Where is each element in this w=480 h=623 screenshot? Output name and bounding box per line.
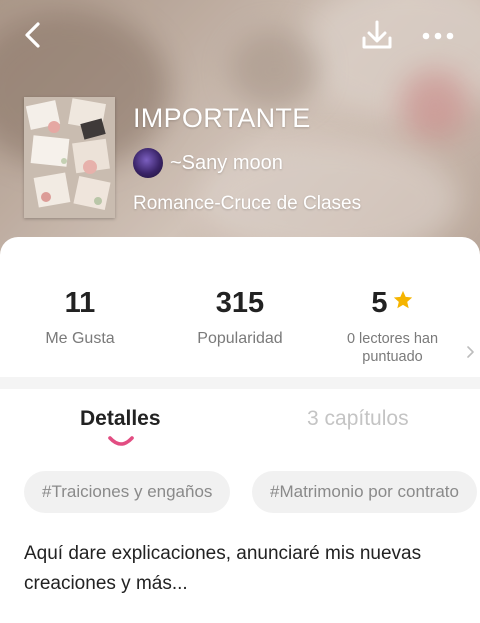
story-info-card: 11 Me Gusta 315 Popularidad 5 0 lectores… <box>0 237 480 623</box>
chevron-right-icon[interactable] <box>464 345 476 359</box>
more-options-button[interactable] <box>416 18 460 54</box>
popularity-label: Popularidad <box>197 330 283 347</box>
story-title: IMPORTANTE <box>133 103 311 133</box>
story-description: Aquí dare explicaciones, anunciaré mis n… <box>24 543 422 594</box>
chevron-left-icon <box>25 22 40 48</box>
popularity-count: 315 <box>215 287 265 319</box>
rating-stat[interactable]: 5 0 lectores han puntuado <box>320 287 465 366</box>
likes-count: 11 <box>64 287 96 319</box>
rating-label: 0 lectores han puntuado <box>346 331 439 365</box>
star-icon <box>393 290 412 308</box>
story-genre: Romance-Cruce de Clases <box>133 193 362 214</box>
section-divider <box>0 377 480 389</box>
rating-value: 5 <box>371 287 388 319</box>
author-avatar[interactable] <box>133 148 163 178</box>
tab-chapters[interactable]: 3 capítulos <box>307 407 409 431</box>
story-detail-page: IMPORTANTE ~Sany moon Romance-Cruce de C… <box>0 0 480 623</box>
tag-chip[interactable]: #Matrimonio por contrato <box>252 471 477 513</box>
back-button[interactable] <box>14 16 52 54</box>
cover-image <box>24 97 115 218</box>
popularity-stat: 315 Popularidad <box>160 287 320 348</box>
download-button[interactable] <box>356 14 398 56</box>
author-name[interactable]: ~Sany moon <box>170 152 283 175</box>
likes-label: Me Gusta <box>45 330 115 347</box>
download-icon <box>362 20 392 49</box>
more-dots-icon <box>422 32 454 40</box>
rating-row: 5 <box>320 287 465 320</box>
tab-details[interactable]: Detalles <box>80 407 161 431</box>
likes-stat: 11 Me Gusta <box>0 287 160 348</box>
tag-chip[interactable]: #Traiciones y engaños <box>24 471 231 513</box>
active-tab-indicator <box>108 436 134 446</box>
story-cover[interactable] <box>24 97 115 218</box>
top-bar <box>0 0 480 70</box>
